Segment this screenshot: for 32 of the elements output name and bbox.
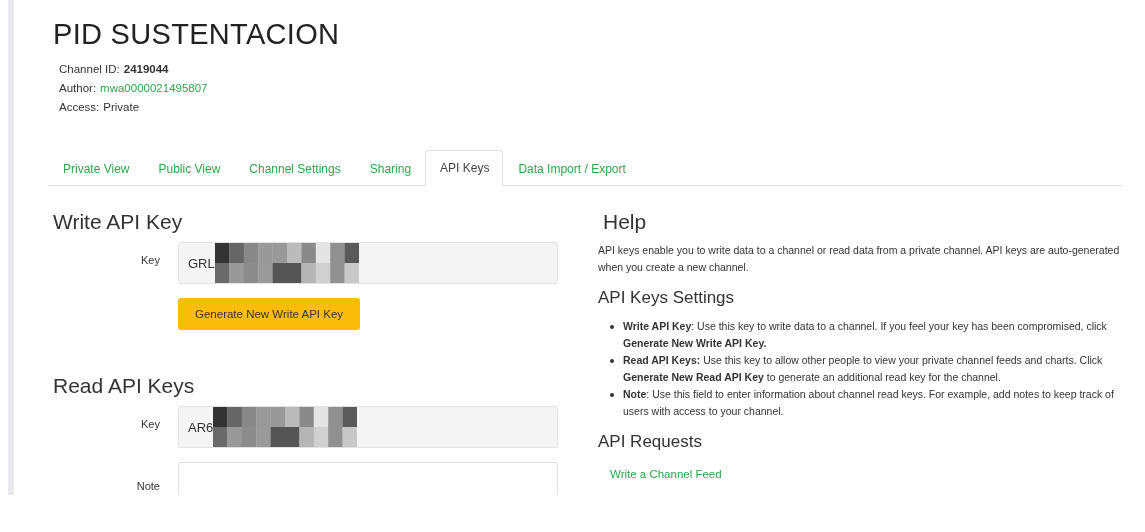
bullet-icon bbox=[610, 359, 614, 363]
section-heading: API Requests bbox=[598, 432, 703, 452]
bullet-icon bbox=[610, 325, 614, 329]
bullet-text: Read API Keys: Use this key to allow other people to view your private channel feeds and charts. Click Generate New Read API Key to generate an additional read key for the channel. bbox=[623, 353, 1104, 385]
section-heading: Write API Key bbox=[53, 210, 184, 234]
generate-key-button[interactable]: Generate New Write API Key bbox=[178, 298, 361, 330]
meta-value: 2419044 bbox=[123, 62, 169, 77]
key-field[interactable]: AR6 bbox=[178, 406, 558, 448]
tab[interactable]: Channel Settings bbox=[234, 151, 355, 186]
bullet-icon bbox=[610, 393, 614, 397]
field-label: Key bbox=[140, 417, 161, 430]
meta-label: Access: bbox=[59, 100, 100, 115]
meta-label: Author: bbox=[59, 81, 97, 96]
tab[interactable]: Private View bbox=[48, 151, 144, 186]
field-label: Key bbox=[140, 253, 161, 266]
section-heading: Read API Keys bbox=[53, 374, 196, 398]
tab[interactable]: Public View bbox=[143, 151, 235, 186]
help-heading: Help bbox=[603, 210, 648, 234]
request-link[interactable]: Write a Channel Feed bbox=[610, 468, 722, 480]
bullet-text: Write API Key: Use this key to write data to a channel. If you feel your key has been compromised, click Generate New Write API Key. bbox=[623, 319, 1108, 351]
tab[interactable]: Sharing bbox=[354, 151, 426, 186]
help-text: API keys enable you to write data to a channel or read data from a private channel. API keys are auto-generated when you create a new channel. bbox=[598, 243, 1121, 275]
author-link[interactable]: mwa0000021495807 bbox=[100, 79, 208, 98]
channel-title: PID SUSTENTACION bbox=[53, 18, 341, 51]
bullet-text: Note: Use this field to enter information about channel read keys. For example, add notes to keep track of users with access to your channel. bbox=[623, 387, 1115, 419]
tab[interactable]: Data Import / Export bbox=[503, 151, 640, 186]
field-label: Note bbox=[135, 479, 160, 494]
tab[interactable]: API Keys bbox=[425, 150, 504, 186]
meta-value: Private bbox=[103, 100, 140, 115]
section-heading: API Keys Settings bbox=[598, 288, 736, 308]
key-field[interactable]: GRL bbox=[178, 242, 558, 284]
meta-label: Channel ID: bbox=[59, 62, 120, 77]
